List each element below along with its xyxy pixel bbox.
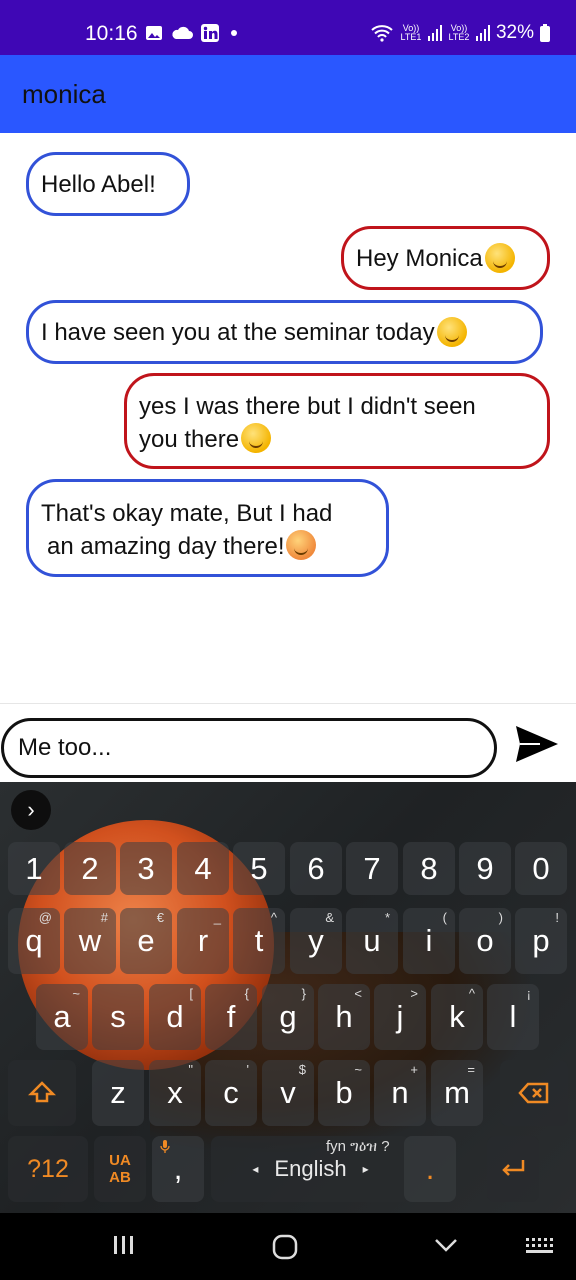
key-h[interactable]: < h [318,984,370,1050]
key-8[interactable]: 8 [403,842,455,895]
key-l[interactable]: ¡ l [487,984,539,1050]
key-0[interactable]: 0 [515,842,567,895]
key-2[interactable]: 2 [64,842,116,895]
message-input[interactable]: Me too... [1,718,497,778]
key-p[interactable]: ! p [515,908,567,974]
microphone-icon [160,1140,170,1153]
sim2-label: Vo)) LTE2 [448,23,470,42]
notification-dot-icon [231,30,237,36]
message-text: an amazing day there! [47,533,285,560]
key-9[interactable]: 9 [459,842,511,895]
signal-1-icon [427,25,442,41]
message-bubble-incoming[interactable]: I have seen you at the seminar today [26,300,543,364]
key-y[interactable]: & y [290,908,342,974]
key-w[interactable]: # w [64,908,116,974]
backspace-key[interactable] [500,1060,568,1126]
key-1[interactable]: 1 [8,842,60,895]
message-text: That's okay mate, But I had [41,500,333,527]
message-text: Hello Abel! [41,170,156,198]
message-bubble-outgoing[interactable]: Hey Monica [341,226,550,290]
language-next-icon: ▸ [362,1162,369,1176]
smiling-face-with-hearts-emoji-icon [286,530,317,560]
period-key[interactable]: . [404,1136,456,1202]
smiling-face-emoji-icon [484,243,515,273]
message-bubble-incoming[interactable]: Hello Abel! [26,152,190,216]
status-bar: 10:16 Vo)) LTE1 Vo)) LTE2 32% [0,0,576,55]
back-chevron-down-icon[interactable] [433,1233,459,1257]
soft-keyboard: › 1 2 3 4 5 6 7 8 9 0 @ q # w € e _ r ^ t & y … [0,782,576,1213]
key-i[interactable]: (i [403,908,455,974]
keyboard-icon[interactable] [524,1233,554,1257]
shift-key[interactable] [8,1060,76,1126]
chat-title: monica [22,79,106,109]
key-j[interactable]: > j [374,984,426,1050]
cloud-icon [172,26,193,39]
key-4[interactable]: 4 [177,842,229,895]
enter-key[interactable] [487,1136,539,1202]
status-time: 10:16 [85,22,138,45]
key-o[interactable]: ) o [459,908,511,974]
keyboard-toolbar-toggle-icon[interactable]: › [11,790,51,830]
sim1-label: Vo)) LTE1 [400,23,422,42]
send-icon[interactable] [514,724,560,764]
key-n[interactable]: + n [374,1060,426,1126]
message-bubble-outgoing[interactable]: yes I was there but I didn't seen you th… [124,373,550,469]
key-f[interactable]: {f [205,984,257,1050]
thinking-face-emoji-icon [436,317,467,347]
key-v[interactable]: $ v [262,1060,314,1126]
key-z[interactable]: z [92,1060,144,1126]
key-t[interactable]: ^ t [233,908,285,974]
key-5[interactable]: 5 [233,842,285,895]
key-6[interactable]: 6 [290,842,342,895]
space-bar-language: English [274,1156,347,1181]
key-r[interactable]: _ r [177,908,229,974]
message-text: you there [139,426,240,453]
system-nav-bar [0,1213,576,1280]
key-c[interactable]: ' c [205,1060,257,1126]
linkedin-icon [201,24,219,42]
key-7[interactable]: 7 [346,842,398,895]
key-m[interactable]: = m [431,1060,483,1126]
key-k[interactable]: ^ k [431,984,483,1050]
key-b[interactable]: ~ b [318,1060,370,1126]
wifi-icon [371,25,393,42]
battery-icon [540,24,550,42]
language-prev-icon: ◂ [252,1162,259,1176]
key-a[interactable]: ~ a [36,984,88,1050]
battery-percent: 32% [495,22,534,43]
symbols-key[interactable]: ?12 [8,1136,88,1202]
shift-icon [28,1081,56,1103]
comma-key[interactable]: , [152,1136,204,1202]
key-g[interactable]: } g [262,984,314,1050]
key-q[interactable]: @ q [8,908,60,974]
key-x[interactable]: " x [149,1060,201,1126]
app-bar: monica [0,55,576,133]
backspace-icon [518,1082,549,1104]
message-text: I have seen you at the seminar today [41,318,435,346]
enter-icon [502,1160,525,1176]
signal-2-icon [475,25,490,41]
key-u[interactable]: * u [346,908,398,974]
gallery-icon [146,26,162,40]
composer: Me too... [0,704,576,782]
message-input-value: Me too... [18,734,112,761]
language-switch-key[interactable]: UA AB [94,1136,146,1202]
home-icon[interactable] [271,1233,299,1261]
recent-apps-icon[interactable] [111,1233,137,1257]
key-s[interactable]: s [92,984,144,1050]
space-bar-hint: fyn ግዕዝ ? [326,1138,390,1155]
key-e[interactable]: € e [120,908,172,974]
key-d[interactable]: [d [149,984,201,1050]
grinning-face-emoji-icon [241,423,272,453]
message-list[interactable]: Hello Abel! Hey Monica I have seen you a… [0,133,576,703]
message-bubble-incoming[interactable]: That's okay mate, But I had an amazing d… [26,479,389,577]
key-3[interactable]: 3 [120,842,172,895]
message-text: Hey Monica [356,244,483,272]
message-text: yes I was there but I didn't seen [139,393,476,420]
